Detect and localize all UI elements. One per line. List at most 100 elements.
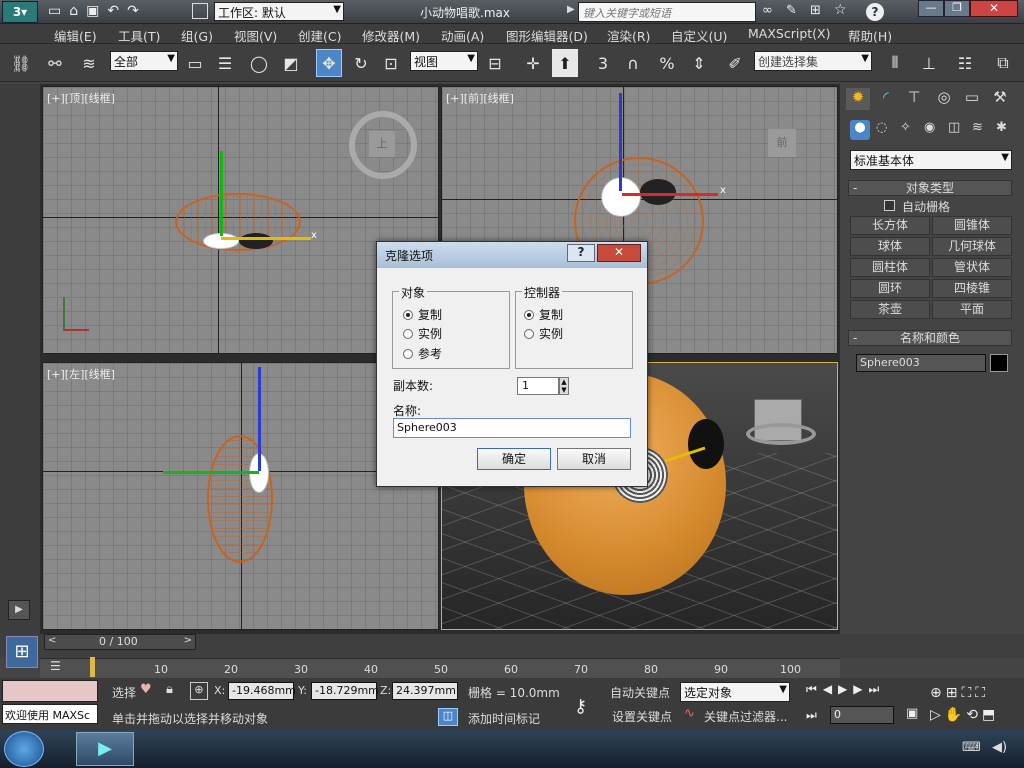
goto-start-icon[interactable]: ⏮	[806, 682, 823, 696]
viewport-label[interactable]: [+][前][线框]	[446, 90, 514, 106]
app-logo-icon[interactable]: 3▾	[2, 1, 38, 23]
viewport-label[interactable]: [+][顶][线框]	[47, 90, 115, 106]
time-tag-icon[interactable]: ◫	[438, 708, 458, 726]
play-toggle-icon[interactable]: ▶	[8, 600, 30, 620]
object-reference-radio[interactable]: 参考	[403, 345, 442, 362]
maxscript-listener-mini[interactable]	[2, 680, 98, 702]
cancel-button[interactable]: 取消	[557, 448, 631, 470]
help-icon[interactable]: ?	[866, 3, 884, 21]
maxscript-listener-input[interactable]: 欢迎使用 MAXSc	[2, 704, 98, 724]
sphere-black[interactable]	[640, 179, 676, 205]
menu-group[interactable]: 组(G)	[181, 26, 213, 45]
undo-icon[interactable]: ↶	[107, 3, 127, 19]
select-and-scale-icon[interactable]: ⊡	[378, 49, 404, 77]
menu-views[interactable]: 视图(V)	[234, 26, 277, 45]
shapes-icon[interactable]: ◌	[876, 120, 887, 135]
cmd-tab-display-icon[interactable]: ▭	[960, 88, 984, 110]
object-instance-radio[interactable]: 实例	[403, 325, 442, 342]
cylinder-button[interactable]: 圆柱体	[850, 258, 930, 277]
menu-tools[interactable]: 工具(T)	[118, 26, 160, 45]
space-warps-icon[interactable]: ≋	[972, 120, 983, 135]
menu-graph-editors[interactable]: 图形编辑器(D)	[506, 26, 588, 45]
select-by-name-icon[interactable]: ☰	[212, 49, 238, 77]
cameras-icon[interactable]: ◉	[924, 120, 935, 135]
redo-icon[interactable]: ↷	[127, 3, 147, 19]
angle-snap-icon[interactable]: ∩	[620, 49, 646, 77]
geosphere-button[interactable]: 几何球体	[932, 237, 1012, 256]
viewport-label[interactable]: [+][左][线框]	[47, 366, 115, 382]
dialog-close-button[interactable]: ✕	[597, 244, 641, 262]
project-folder-icon[interactable]	[192, 3, 208, 19]
goto-end-icon[interactable]: ⏭	[869, 682, 886, 696]
plane-button[interactable]: 平面	[932, 300, 1012, 319]
graphite-tools-icon[interactable]: ⧉	[990, 49, 1016, 77]
viewcube-front[interactable]: 前	[768, 129, 796, 157]
select-manipulate-icon[interactable]: ✛	[520, 49, 546, 77]
current-frame-marker[interactable]	[90, 657, 95, 677]
save-icon[interactable]: ▣	[86, 3, 107, 19]
volume-icon[interactable]: ◀)	[992, 740, 1007, 755]
y-coordinate-field[interactable]: -18.729mm	[311, 682, 379, 700]
object-color-swatch[interactable]	[990, 354, 1008, 372]
subscription-icon[interactable]: ✎	[786, 3, 797, 18]
object-type-rollout-header[interactable]: - 对象类型	[848, 180, 1012, 196]
window-crossing-icon[interactable]: ◩	[278, 49, 304, 77]
spinner-snap-icon[interactable]: ⇕	[686, 49, 712, 77]
copies-spinner-field[interactable]: 1	[517, 377, 559, 395]
viewport-layout-icon[interactable]: ⊞	[6, 636, 38, 668]
z-coordinate-field[interactable]: 24.397mm	[392, 682, 458, 700]
binoculars-icon[interactable]: ∞	[762, 3, 773, 18]
controller-copy-radio[interactable]: 复制	[524, 306, 563, 323]
object-copy-radio[interactable]: 复制	[403, 306, 442, 323]
zoom-extents-all-icon[interactable]: ⛶	[975, 685, 989, 701]
mirror-icon[interactable]: ⫴	[882, 49, 908, 77]
prev-frame-icon[interactable]: <	[48, 635, 56, 646]
percent-snap-icon[interactable]: %	[654, 49, 680, 77]
menu-customize[interactable]: 自定义(U)	[671, 26, 727, 45]
open-file-icon[interactable]: ⌂	[69, 3, 86, 19]
track-bar[interactable]: ☰ 10 20 30 40 50 60 70 80 90 100	[40, 657, 840, 678]
key-mode-dropdown[interactable]: 选定对象 ▼	[680, 682, 790, 702]
menu-rendering[interactable]: 渲染(R)	[607, 26, 650, 45]
named-selection-dropdown[interactable]: 创建选择集 ▼	[754, 51, 872, 71]
time-slider[interactable]: < 0 / 100 >	[44, 634, 196, 650]
menu-animation[interactable]: 动画(A)	[441, 26, 484, 45]
menu-create[interactable]: 创建(C)	[298, 26, 341, 45]
cmd-tab-motion-icon[interactable]: ◎	[932, 88, 956, 110]
taskbar-3dsmax-icon[interactable]: ▶	[76, 732, 134, 766]
current-frame-field[interactable]: 0	[830, 706, 894, 724]
lights-icon[interactable]: ✧	[900, 120, 911, 135]
layer-manager-icon[interactable]: ☷	[952, 49, 978, 77]
isolate-selection-icon[interactable]: ♥	[140, 682, 152, 697]
box-button[interactable]: 长方体	[850, 216, 930, 235]
cmd-tab-create-icon[interactable]: ✹	[846, 88, 870, 110]
systems-icon[interactable]: ✱	[996, 120, 1007, 135]
minimize-button[interactable]: —	[918, 0, 944, 17]
absolute-mode-icon[interactable]: ⊕	[190, 682, 208, 700]
teapot-button[interactable]: 茶壶	[850, 300, 930, 319]
track-filter-icon[interactable]: ☰	[50, 659, 61, 673]
cmd-tab-modify-icon[interactable]: ◜	[874, 88, 898, 110]
start-button[interactable]	[4, 731, 44, 767]
cone-button[interactable]: 圆锥体	[932, 216, 1012, 235]
cmd-tab-hierarchy-icon[interactable]: ⊤	[902, 88, 926, 110]
keyboard-icon[interactable]: ⌨	[962, 740, 981, 755]
pyramid-button[interactable]: 四棱锥	[932, 279, 1012, 298]
auto-key-button[interactable]: 自动关键点	[610, 684, 670, 701]
clone-name-input[interactable]: Sphere003	[393, 418, 631, 438]
helpers-icon[interactable]: ◫	[948, 120, 960, 135]
tube-button[interactable]: 管状体	[932, 258, 1012, 277]
time-config-icon[interactable]: ▣	[906, 706, 918, 721]
dialog-title-bar[interactable]: 克隆选项 ? ✕	[377, 242, 647, 268]
key-icon[interactable]: ⚷	[574, 696, 587, 717]
selection-filter-dropdown[interactable]: 全部 ▼	[110, 51, 178, 71]
reference-coordinate-dropdown[interactable]: 视图 ▼	[410, 51, 478, 71]
cmd-tab-utilities-icon[interactable]: ⚒	[988, 88, 1012, 110]
fov-icon[interactable]: ▷	[930, 707, 945, 723]
select-object-icon[interactable]: ▭	[182, 49, 208, 77]
copies-spinner-arrows-icon[interactable]: ▲ ▼	[559, 377, 569, 395]
zoom-extents-icon[interactable]: ⛶	[961, 685, 975, 701]
orbit-icon[interactable]: ⟲	[966, 707, 982, 723]
controller-instance-radio[interactable]: 实例	[524, 325, 563, 342]
selection-region-icon[interactable]: ◯	[246, 49, 272, 77]
